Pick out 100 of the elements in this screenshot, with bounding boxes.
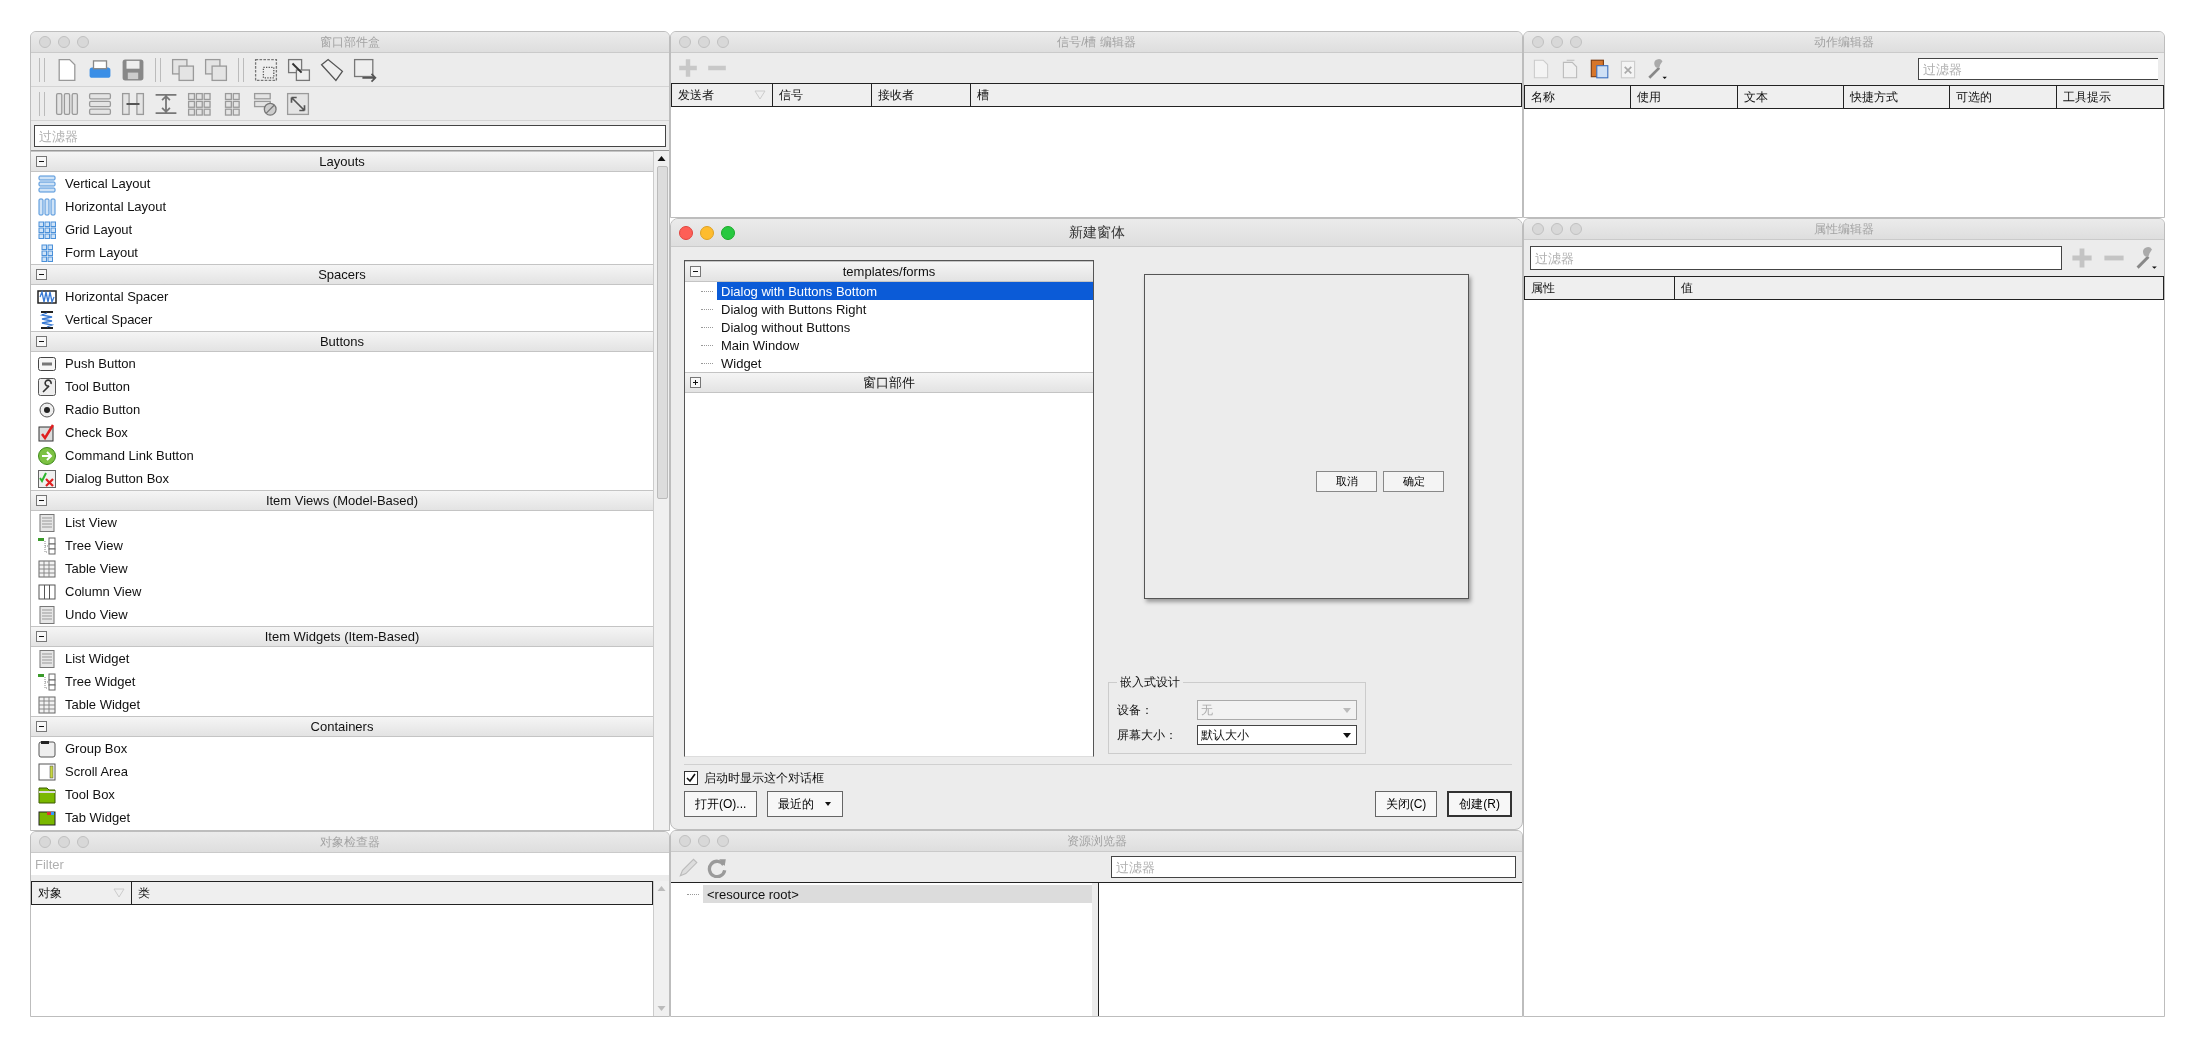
widget-list-item[interactable]: Horizontal Layout <box>31 195 653 218</box>
category-header[interactable]: Buttons <box>31 331 653 352</box>
widget-list-item[interactable]: Radio Button <box>31 398 653 421</box>
refresh-icon[interactable] <box>706 856 728 878</box>
pencil-icon[interactable] <box>677 856 699 878</box>
plus-icon[interactable] <box>677 57 699 79</box>
frame-arrow-icon[interactable] <box>286 56 312 83</box>
stacked-squares-icon[interactable] <box>170 56 196 83</box>
template-item[interactable]: Main Window <box>717 336 1093 354</box>
close-button[interactable] <box>1532 223 1544 235</box>
scrollbar[interactable] <box>653 881 669 1016</box>
dialog-button[interactable]: 打开(O)... <box>684 791 758 817</box>
zoom-button[interactable] <box>717 36 729 48</box>
stacked-squares-icon[interactable] <box>203 56 229 83</box>
column-header[interactable]: 对象 <box>32 882 132 904</box>
grid-icon[interactable] <box>186 90 212 117</box>
collapse-icon[interactable] <box>690 266 701 277</box>
break-layout-icon[interactable] <box>252 90 278 117</box>
column-header[interactable]: 使用 <box>1631 86 1738 108</box>
category-header[interactable]: templates/forms <box>685 261 1093 282</box>
close-button[interactable] <box>679 225 693 240</box>
collapse-icon[interactable] <box>36 269 47 280</box>
widget-list-item[interactable]: Scroll Area <box>31 760 653 783</box>
widget-list-item[interactable]: Table View <box>31 557 653 580</box>
filter-field[interactable]: 过滤器 <box>1111 856 1516 878</box>
column-header[interactable]: 名称 <box>1525 86 1632 108</box>
collapse-icon[interactable] <box>36 631 47 642</box>
widget-list-item[interactable]: Tool Button <box>31 375 653 398</box>
zoom-button[interactable] <box>77 836 89 848</box>
horizontal-splitter-icon[interactable] <box>120 90 146 117</box>
widget-list-item[interactable]: Push Button <box>31 352 653 375</box>
dialog-button[interactable]: 关闭(C) <box>1374 791 1438 817</box>
template-item[interactable]: Dialog without Buttons <box>717 318 1093 336</box>
plus-icon[interactable] <box>2070 246 2094 270</box>
column-header[interactable]: 发送者 <box>672 84 773 106</box>
filter-field[interactable]: 过滤器 <box>1530 246 2062 270</box>
close-button[interactable] <box>39 36 51 48</box>
widget-list-item[interactable]: Group Box <box>31 737 653 760</box>
tag-icon[interactable] <box>319 56 345 83</box>
template-item[interactable]: Dialog with Buttons Right <box>717 300 1093 318</box>
wrench-icon[interactable] <box>1646 58 1668 80</box>
collapse-icon[interactable] <box>36 721 47 732</box>
dialog-button[interactable]: 创建(R) <box>1447 791 1512 817</box>
category-header[interactable]: Spacers <box>31 264 653 285</box>
preview-button[interactable]: 确定 <box>1383 471 1444 492</box>
widget-list-item[interactable]: Table Widget <box>31 693 653 716</box>
scrollbar[interactable] <box>653 151 669 830</box>
category-header[interactable]: Layouts <box>31 151 653 172</box>
collapse-icon[interactable] <box>36 336 47 347</box>
tree-item[interactable]: <resource root> <box>703 885 1092 903</box>
category-header[interactable]: Item Widgets (Item-Based) <box>31 626 653 647</box>
zoom-button[interactable] <box>77 36 89 48</box>
column-header[interactable]: 类 <box>132 882 652 904</box>
widget-list-item[interactable]: Grid Layout <box>31 218 653 241</box>
column-header[interactable]: 可选的 <box>1950 86 2057 108</box>
widget-list-item[interactable]: Check Box <box>31 421 653 444</box>
close-button[interactable] <box>679 36 691 48</box>
zoom-button[interactable] <box>721 225 735 240</box>
filter-field[interactable]: 过滤器 <box>1918 58 2158 80</box>
widget-list-item[interactable]: Undo View <box>31 603 653 626</box>
arrow-box-icon[interactable] <box>352 56 378 83</box>
minimize-button[interactable] <box>698 36 710 48</box>
zoom-button[interactable] <box>1570 36 1582 48</box>
widget-list-item[interactable]: Vertical Spacer <box>31 308 653 331</box>
template-item[interactable]: Dialog with Buttons Bottom <box>717 282 1093 300</box>
widget-list-item[interactable]: List Widget <box>31 647 653 670</box>
category-header[interactable]: 窗口部件 <box>685 372 1093 393</box>
widget-list-item[interactable]: Tab Widget <box>31 806 653 829</box>
column-header[interactable]: 工具提示 <box>2056 86 2163 108</box>
dotted-frame-icon[interactable] <box>253 56 279 83</box>
widget-list-item[interactable]: Vertical Layout <box>31 172 653 195</box>
widget-list-item[interactable]: Tree View <box>31 534 653 557</box>
preview-button[interactable]: 取消 <box>1316 471 1377 492</box>
widget-list-item[interactable]: Horizontal Spacer <box>31 285 653 308</box>
expand-icon[interactable] <box>690 377 701 388</box>
wrench-icon[interactable] <box>2134 246 2158 270</box>
minimize-button[interactable] <box>1551 36 1563 48</box>
dialog-button[interactable]: 最近的 <box>767 791 844 817</box>
widget-list-item[interactable]: Command Link Button <box>31 444 653 467</box>
close-button[interactable] <box>679 835 691 847</box>
scroll-thumb[interactable] <box>657 166 668 499</box>
widget-list-item[interactable]: Tool Box <box>31 783 653 806</box>
column-header[interactable]: 属性 <box>1525 277 1675 299</box>
collapse-icon[interactable] <box>36 495 47 506</box>
column-header[interactable]: 接收者 <box>872 84 971 106</box>
checkbox-label[interactable]: 启动时显示这个对话框 <box>704 769 824 787</box>
collapse-icon[interactable] <box>36 156 47 167</box>
filter-field[interactable]: 过滤器 <box>34 125 666 147</box>
minimize-button[interactable] <box>700 225 714 240</box>
close-button[interactable] <box>39 836 51 848</box>
column-header[interactable]: 槽 <box>971 84 1521 106</box>
column-header[interactable]: 快捷方式 <box>1844 86 1951 108</box>
stacked-bars-icon[interactable] <box>87 90 113 117</box>
resize-icon[interactable] <box>285 90 311 117</box>
widget-list-item[interactable]: List View <box>31 511 653 534</box>
widget-list-item[interactable]: Dialog Button Box <box>31 467 653 490</box>
template-item[interactable]: Widget <box>717 354 1093 372</box>
widget-list-item[interactable]: Column View <box>31 580 653 603</box>
zoom-button[interactable] <box>717 835 729 847</box>
widget-list-item[interactable]: Form Layout <box>31 241 653 264</box>
